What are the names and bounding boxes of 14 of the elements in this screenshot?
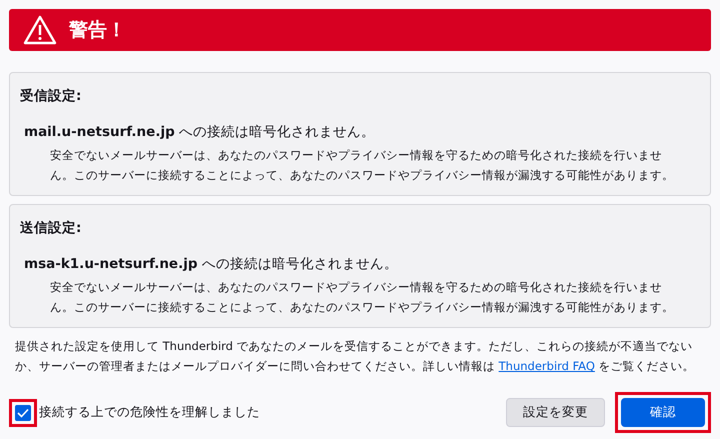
info-paragraph: 提供された設定を使用して Thunderbird であなたのメールを受信することができます。ただし、これらの接続が不適当でないか、サーバーの管理者またはメールプロバイダーに問い合わせてください。詳しい情報は Thunderbird FAQ をご覧ください。 xyxy=(15,338,696,375)
warning-title: 警告！ xyxy=(69,18,126,43)
connection-message: mail.u-netsurf.ne.jp への接続は暗号化されません。 xyxy=(24,123,376,141)
warning-detail: 安全でないメールサーバーは、あなたのパスワードやプライバシー情報を守るための暗号化された接続を行いません。このサーバーに接続することによって、あなたのパスワードやプライバシー情報が漏洩する可能性があります。 xyxy=(50,147,675,184)
acknowledge-checkbox[interactable] xyxy=(15,404,31,420)
faq-link[interactable]: Thunderbird FAQ xyxy=(498,359,595,373)
connection-message: msa-k1.u-netsurf.ne.jp への接続は暗号化されません。 xyxy=(24,255,399,273)
section-heading: 送信設定: xyxy=(20,219,82,237)
warning-icon xyxy=(23,15,57,45)
confirm-button[interactable]: 確認 xyxy=(621,398,705,427)
warning-detail: 安全でないメールサーバーは、あなたのパスワードやプライバシー情報を守るための暗号化された接続を行いません。このサーバーに接続することによって、あなたのパスワードやプライバシー情報が漏洩する可能性があります。 xyxy=(50,279,675,316)
checkbox-label: 接続する上での危険性を理解しました xyxy=(39,404,260,421)
section-heading: 受信設定: xyxy=(20,87,82,105)
change-settings-button[interactable]: 設定を変更 xyxy=(506,398,605,427)
